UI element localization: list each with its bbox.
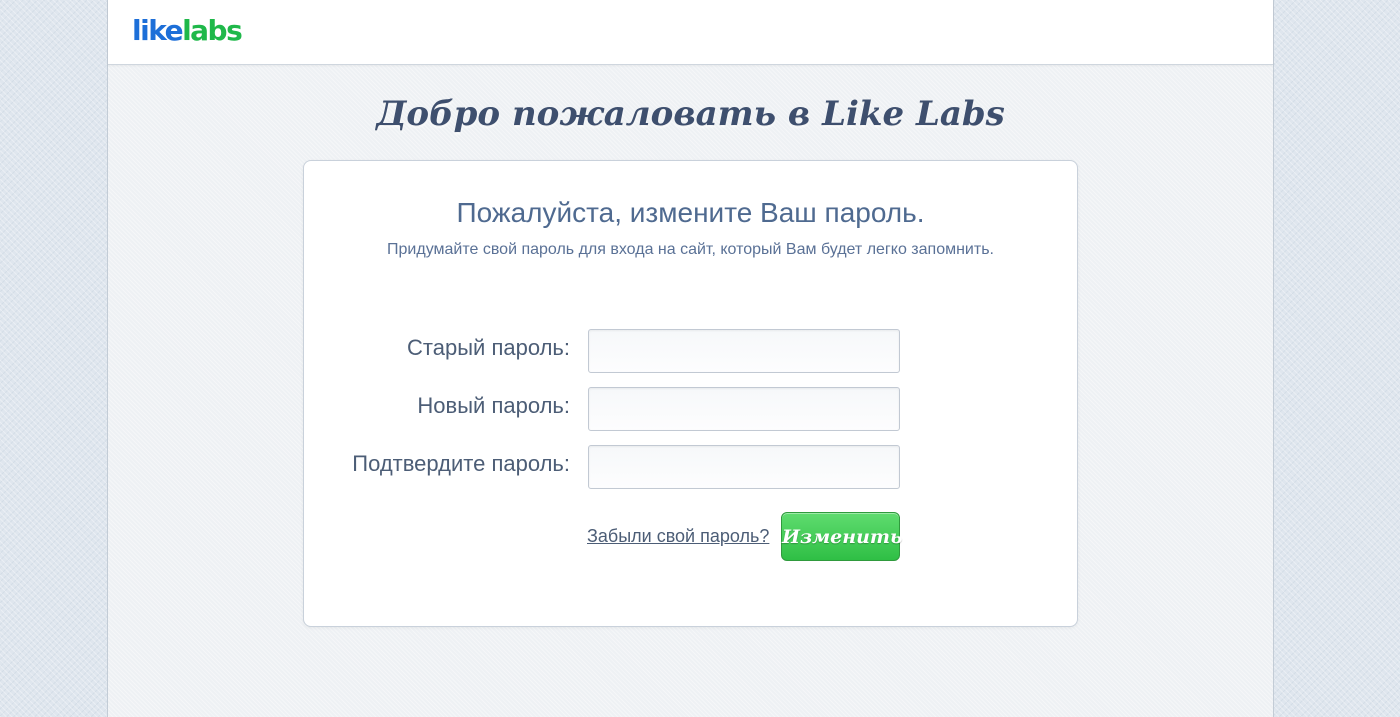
- new-password-input[interactable]: [588, 387, 900, 431]
- page-container: likelabs Добро пожаловать в Like Labs По…: [107, 0, 1274, 717]
- confirm-password-label: Подтвердите пароль:: [352, 451, 570, 476]
- likelabs-logo[interactable]: likelabs: [132, 14, 243, 48]
- change-password-card: Пожалуйста, измените Ваш пароль. Придума…: [303, 160, 1078, 627]
- old-password-input[interactable]: [588, 329, 900, 373]
- change-password-button[interactable]: Изменить: [781, 512, 903, 561]
- old-password-row: Старый пароль:: [304, 329, 1077, 373]
- new-password-row: Новый пароль:: [304, 387, 1077, 431]
- confirm-password-row: Подтвердите пароль:: [304, 445, 1077, 489]
- confirm-password-input[interactable]: [588, 445, 900, 489]
- welcome-heading: Добро пожаловать в Like Labs: [376, 94, 1005, 134]
- forgot-password-link[interactable]: Забыли свой пароль?: [587, 526, 769, 547]
- header-bar: likelabs: [108, 0, 1273, 65]
- card-title: Пожалуйста, измените Ваш пароль.: [456, 197, 925, 228]
- card-subtitle: Придумайте свой пароль для входа на сайт…: [387, 241, 994, 258]
- new-password-label: Новый пароль:: [417, 393, 570, 418]
- old-password-label: Старый пароль:: [407, 335, 570, 360]
- logo-labs-text: labs: [182, 14, 243, 47]
- logo-like-text: like: [132, 14, 184, 47]
